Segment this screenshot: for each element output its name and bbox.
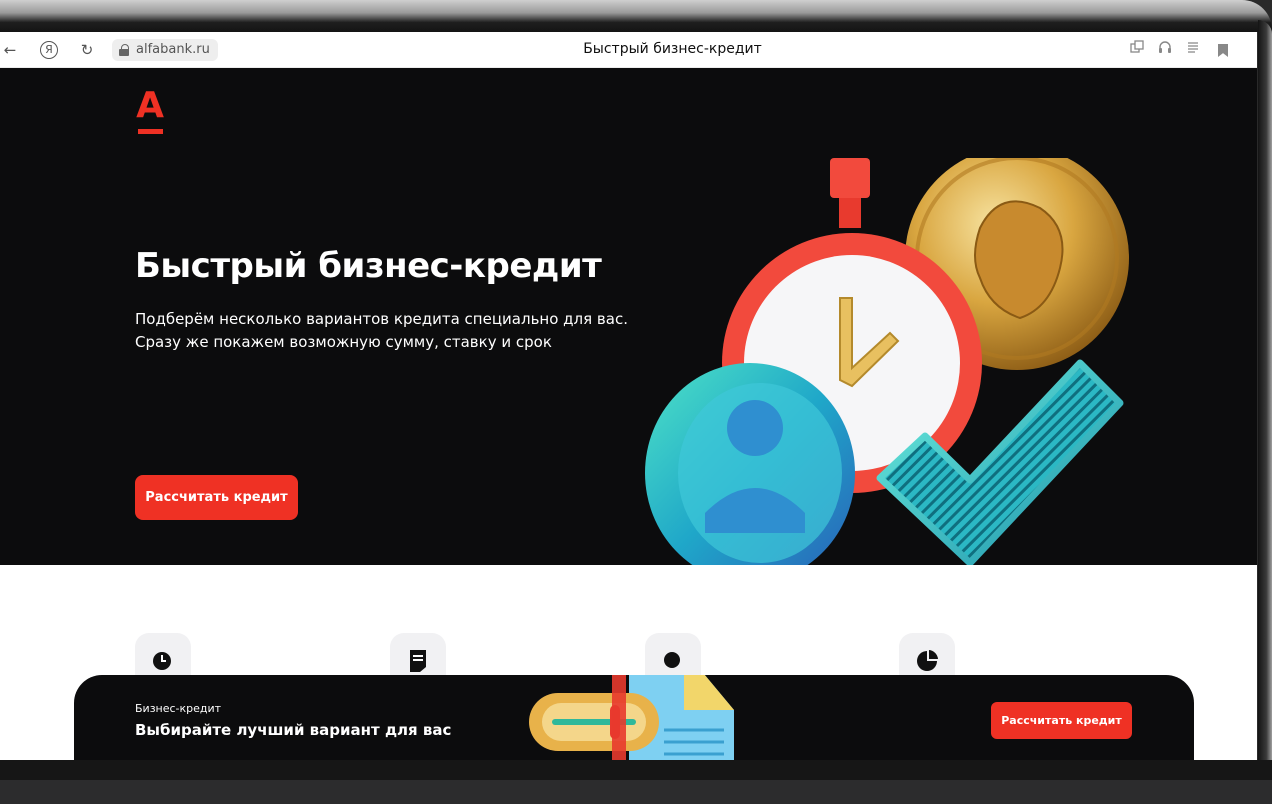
headphones-icon[interactable] (1156, 40, 1174, 60)
browser-toolbar: ← Я ↻ alfabank.ru Быстрый бизнес-кредит (0, 32, 1257, 68)
pie-chart-icon (917, 650, 938, 671)
hero-section: А Быстрый бизнес-кредит Подберём несколь… (0, 68, 1257, 565)
url-text: alfabank.ru (136, 42, 210, 57)
logo-letter: А (136, 85, 164, 126)
page-title-bar: Быстрый бизнес-кредит (583, 41, 762, 57)
bookmark-icon[interactable] (1214, 40, 1232, 60)
hero-title: Быстрый бизнес-кредит (135, 246, 602, 286)
bezel-bottom (0, 760, 1272, 804)
sticky-promo-banner: Бизнес-кредит Выбирайте лучший вариант д… (74, 675, 1194, 760)
alfa-logo[interactable]: А (135, 88, 165, 136)
stopwatch-crown (830, 158, 870, 198)
lock-icon (119, 44, 129, 56)
logo-underline (138, 129, 163, 134)
address-bar[interactable]: alfabank.ru (112, 39, 218, 61)
laptop-frame: ← Я ↻ alfabank.ru Быстрый бизнес-кредит … (0, 0, 1272, 804)
banner-eyebrow: Бизнес-кредит (135, 702, 222, 715)
calculate-credit-button[interactable]: Рассчитать кредит (135, 475, 298, 520)
bezel-right (1258, 20, 1272, 780)
hero-subtitle: Подберём несколько вариантов кредита спе… (135, 308, 655, 354)
clock-icon (153, 652, 171, 670)
hero-illustration (645, 158, 1129, 565)
reader-icon[interactable] (1184, 40, 1202, 60)
banner-title: Выбирайте лучший вариант для вас (135, 721, 452, 739)
browser-window: ← Я ↻ alfabank.ru Быстрый бизнес-кредит … (0, 32, 1257, 760)
hero-subtitle-line1: Подберём несколько вариантов кредита спе… (135, 310, 628, 328)
hero-subtitle-line2: Сразу же покажем возможную сумму, ставку… (135, 333, 552, 351)
reload-icon[interactable]: ↻ (78, 40, 96, 60)
search-icon (664, 652, 680, 668)
banner-calculate-credit-button[interactable]: Рассчитать кредит (991, 702, 1132, 739)
slider-document-illustration (529, 675, 734, 760)
yandex-icon[interactable]: Я (40, 41, 58, 59)
bezel-top (0, 0, 1272, 32)
back-arrow-icon[interactable]: ← (2, 40, 18, 60)
document-icon (410, 650, 426, 672)
tabs-icon[interactable] (1128, 40, 1146, 60)
